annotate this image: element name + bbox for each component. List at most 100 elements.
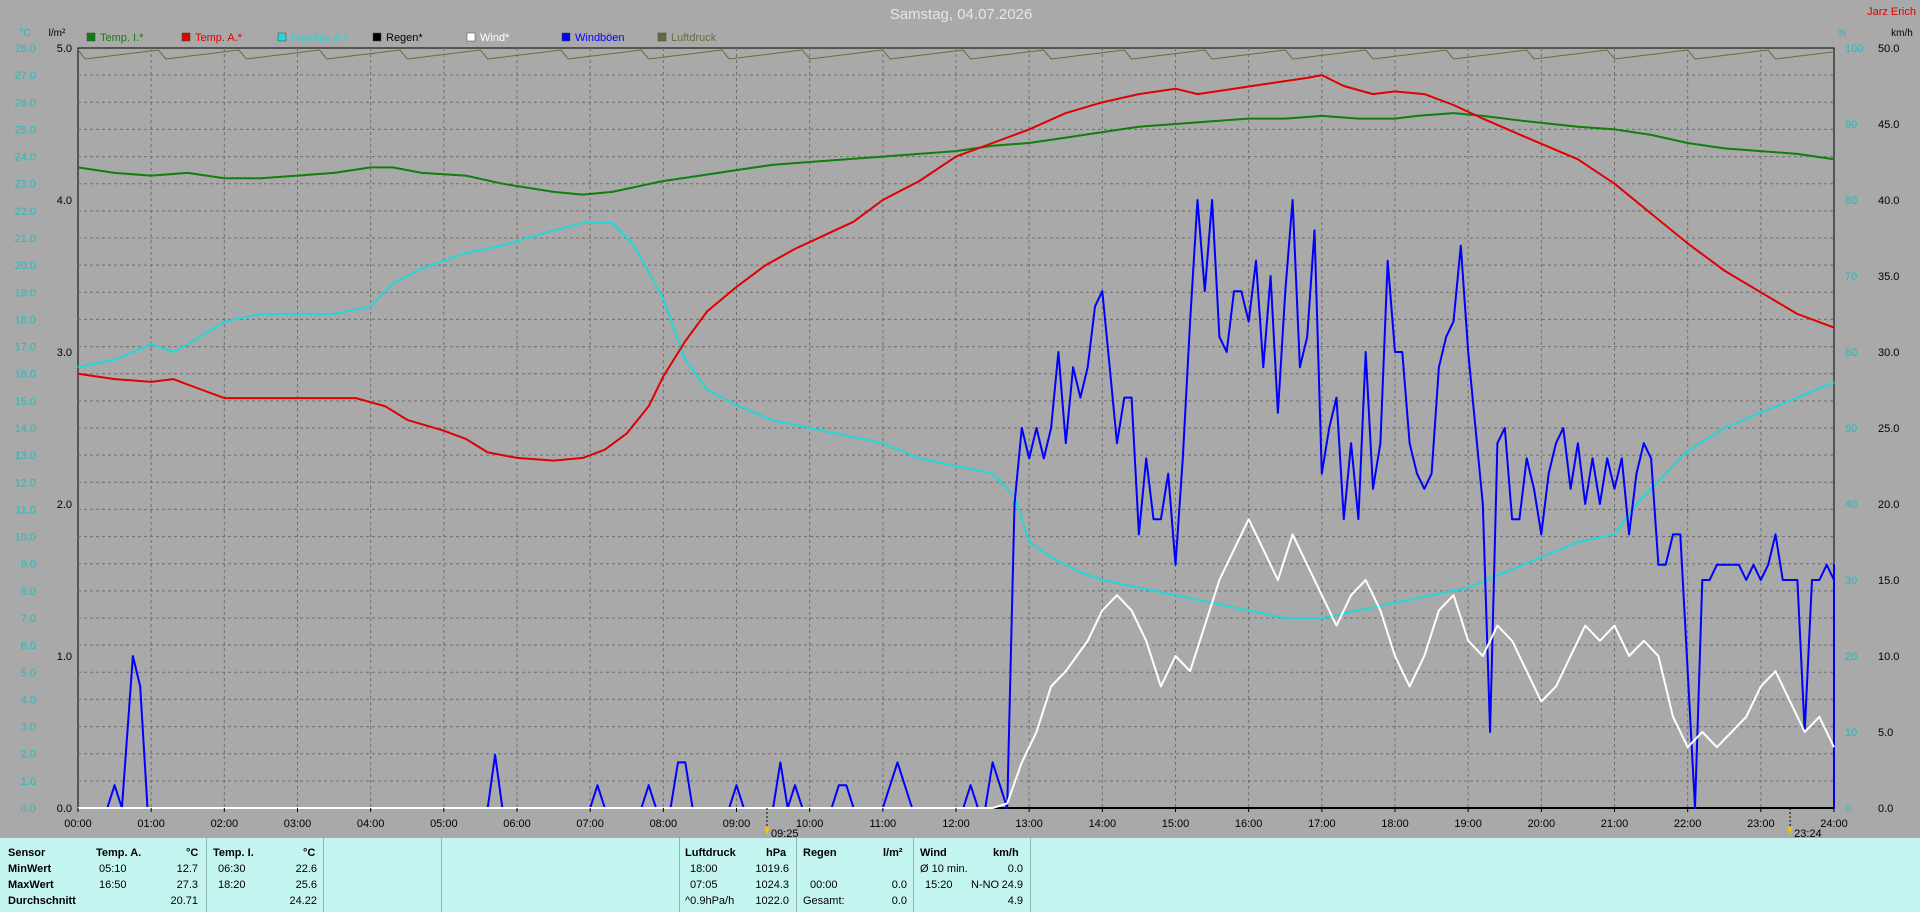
temp-tick-label: 5.0 [21,667,36,679]
rain-total-value: 0.0 [891,895,907,907]
x-tick-label: 19:00 [1454,818,1482,830]
humidity-tick-label: 40 [1845,499,1857,511]
statistics-panel: Sensor MinWert MaxWert Durchschnitt Temp… [0,838,1920,912]
rain-max-value: 0.0 [891,879,907,891]
x-tick-label: 21:00 [1601,818,1629,830]
rain-tick-label: 2.0 [57,499,72,511]
rain-tick-label: 3.0 [57,347,72,359]
temp-tick-label: 15.0 [15,396,36,408]
legend-swatch [561,32,571,42]
temp-tick-label: 24.0 [15,152,36,164]
x-tick-label: 14:00 [1089,818,1117,830]
legend-label: Temp. A.* [195,32,243,44]
wind-unit: km/h [993,847,1019,859]
temp-tick-label: 25.0 [15,124,36,136]
temp-a-unit: °C [186,847,199,859]
wind-max-value: 24.9 [1001,879,1023,891]
pressure-avg-value: 1022.0 [755,895,789,907]
x-tick-label: 12:00 [942,818,970,830]
temp-tick-label: 3.0 [21,722,36,734]
humidity-tick-label: 70 [1845,271,1857,283]
legend-swatch [86,32,96,42]
pressure-max-value: 1024.3 [755,879,789,891]
wind-unit-label: km/h [1891,28,1913,39]
x-tick-label: 07:00 [576,818,604,830]
x-tick-label: 00:00 [64,818,92,830]
divider [323,838,324,912]
temp-a-avg-value: 20.71 [170,895,198,907]
wind-tick-label: 45.0 [1878,119,1899,131]
temp-i-min-time: 06:30 [218,863,246,875]
humidity-tick-label: 100 [1845,43,1863,55]
divider [206,838,207,912]
legend-label: Temp. I.* [100,32,144,44]
rain-tick-label: 5.0 [57,43,72,55]
temp-a-max-value: 27.3 [176,879,198,891]
legend-label: Luftdruck [671,32,717,44]
rain-total-label: Gesamt: [803,895,845,907]
temp-a-min-time: 05:10 [99,863,127,875]
temp-tick-label: 16.0 [15,369,36,381]
sun-marker-label: 09:25 [771,828,799,838]
temp-tick-label: 7.0 [21,613,36,625]
x-tick-label: 13:00 [1015,818,1043,830]
temp-i-avg-value: 24.22 [289,895,317,907]
legend-label: Wind* [480,32,510,44]
divider [913,838,914,912]
x-tick-label: 01:00 [137,818,165,830]
wind-tick-label: 5.0 [1878,727,1893,739]
temp-tick-label: 26.0 [15,97,36,109]
humidity-tick-label: 0 [1845,803,1851,815]
rain-unit: l/m² [883,847,903,859]
chart-title: Samstag, 04.07.2026 [890,6,1033,23]
temp-tick-label: 27.0 [15,70,36,82]
wind-tick-label: 30.0 [1878,347,1899,359]
temp-tick-label: 8.0 [21,586,36,598]
divider [1030,838,1031,912]
wind-header: Wind [920,847,947,859]
humidity-tick-label: 90 [1845,119,1857,131]
x-tick-label: 16:00 [1235,818,1263,830]
humidity-tick-label: 60 [1845,347,1857,359]
legend-label: Feuchte A.* [291,32,349,44]
avg-row-label: Durchschnitt [8,895,76,907]
wind-tick-label: 15.0 [1878,575,1899,587]
x-tick-label: 23:00 [1747,818,1775,830]
humidity-unit-label: % [1838,28,1847,39]
temp-tick-label: 21.0 [15,233,36,245]
author-label: Jarz Erich [1867,6,1916,18]
temp-i-max-value: 25.6 [295,879,317,891]
wind-avg-value: 4.9 [1007,895,1023,907]
temp-tick-label: 13.0 [15,450,36,462]
humidity-tick-label: 80 [1845,195,1857,207]
temp-tick-label: 28.0 [15,43,36,55]
pressure-header: Luftdruck [685,847,736,859]
temp-tick-label: 19.0 [15,287,36,299]
x-tick-label: 09:00 [723,818,751,830]
legend-swatch [657,32,667,42]
wind-tick-label: 0.0 [1878,803,1893,815]
x-tick-label: 02:00 [211,818,239,830]
humidity-tick-label: 30 [1845,575,1857,587]
temp-tick-label: 6.0 [21,640,36,652]
temp-a-header: Temp. A. [96,847,142,859]
legend-swatch [181,32,191,42]
x-tick-label: 04:00 [357,818,385,830]
rain-tick-label: 1.0 [57,651,72,663]
x-tick-label: 08:00 [650,818,678,830]
x-tick-label: 24:00 [1820,818,1848,830]
temp-tick-label: 1.0 [21,776,36,788]
temp-tick-label: 12.0 [15,477,36,489]
temp-tick-label: 23.0 [15,179,36,191]
pressure-min-value: 1019.6 [755,863,789,875]
humidity-tick-label: 20 [1845,651,1857,663]
temp-tick-label: 14.0 [15,423,36,435]
x-tick-label: 06:00 [503,818,531,830]
temp-a-max-time: 16:50 [99,879,127,891]
rain-unit-label: l/m² [49,28,66,39]
pressure-max-time: 07:05 [690,879,718,891]
x-tick-label: 17:00 [1308,818,1336,830]
rain-header: Regen [803,847,837,859]
wind-max-direction: N-NO [971,879,1000,891]
x-tick-label: 20:00 [1528,818,1556,830]
